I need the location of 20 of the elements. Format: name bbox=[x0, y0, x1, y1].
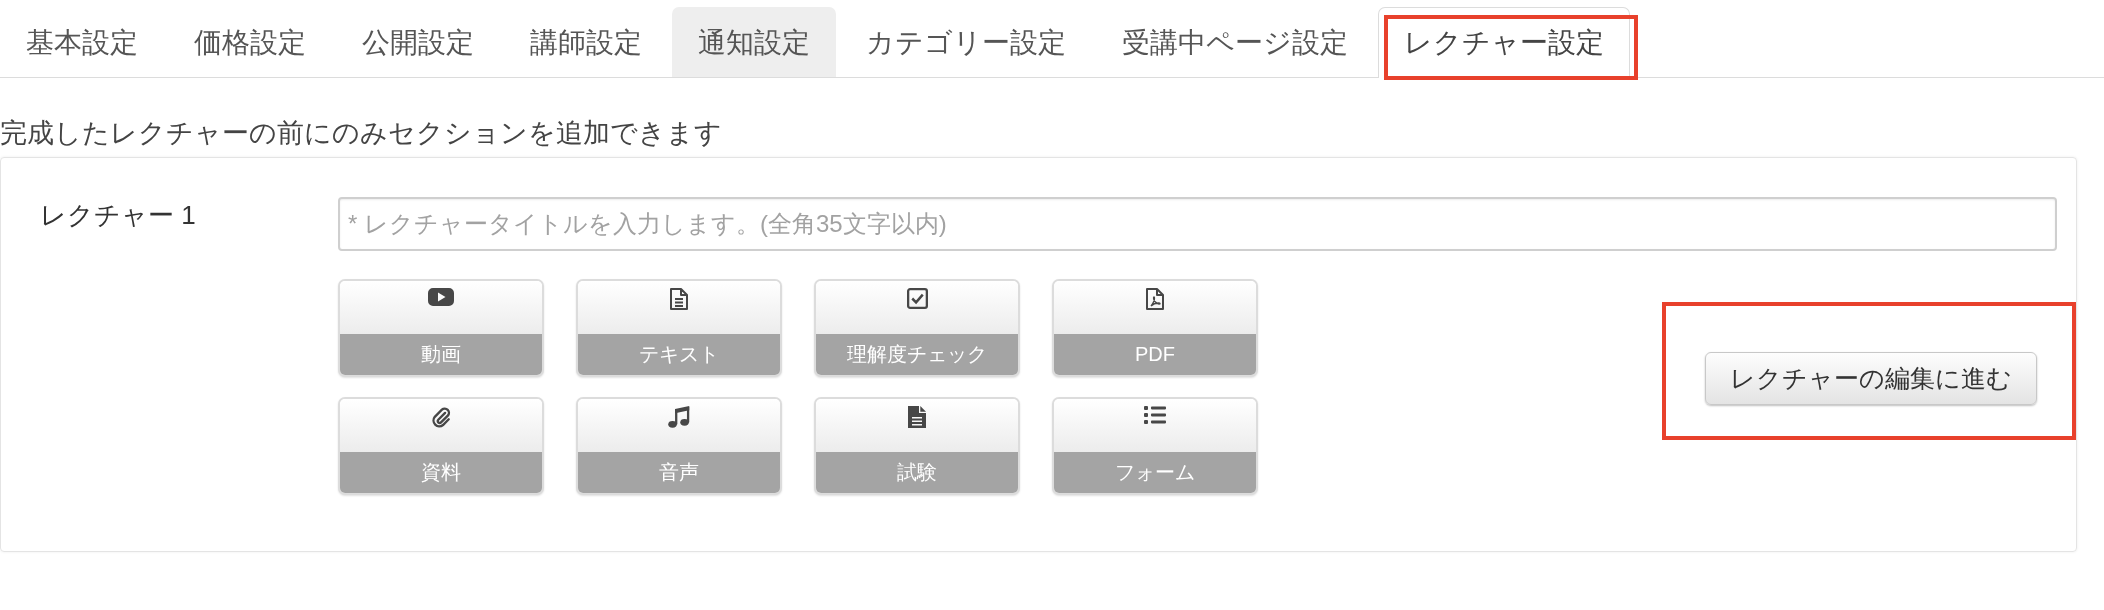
list-icon bbox=[1144, 406, 1166, 424]
tab[interactable]: 通知設定 bbox=[672, 7, 836, 77]
tab[interactable]: 価格設定 bbox=[168, 7, 332, 77]
pdf-file-icon bbox=[1146, 288, 1164, 310]
title-input[interactable]: * レクチャータイトルを入力します。(全角35文字以内) bbox=[338, 197, 2057, 251]
document-icon bbox=[908, 406, 926, 428]
tab[interactable]: 基本設定 bbox=[0, 7, 164, 77]
notice-text: 完成したレクチャーの前にのみセクションを追加できます bbox=[0, 117, 722, 150]
lecture-label: レクチャー 1 bbox=[40, 199, 196, 231]
tab[interactable]: 公開設定 bbox=[336, 7, 500, 77]
tab[interactable]: 受講中ページ設定 bbox=[1096, 7, 1374, 77]
tab[interactable]: 講師設定 bbox=[504, 7, 668, 77]
tab[interactable]: カテゴリー設定 bbox=[840, 7, 1092, 77]
music-note-icon bbox=[668, 406, 690, 428]
paperclip-icon bbox=[431, 406, 451, 428]
checkbox-icon bbox=[906, 288, 928, 309]
play-icon bbox=[428, 288, 454, 306]
edit-lecture-button[interactable]: レクチャーの編集に進む bbox=[1705, 352, 2037, 405]
tab[interactable]: レクチャー設定 bbox=[1378, 7, 1630, 78]
document-icon bbox=[670, 288, 688, 310]
